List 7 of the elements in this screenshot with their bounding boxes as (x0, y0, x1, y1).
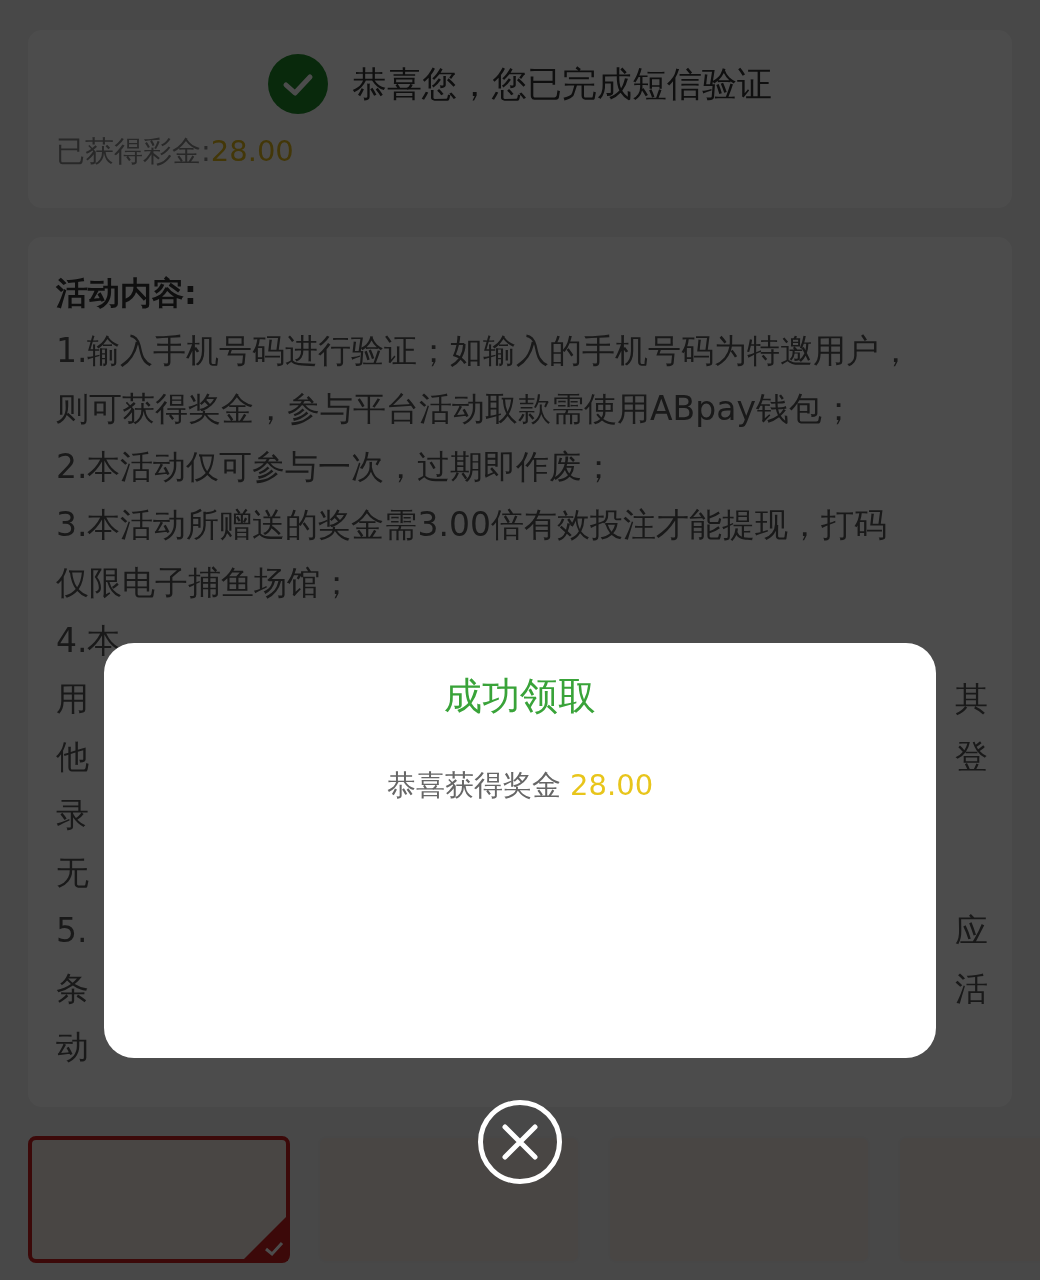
verification-title: 恭喜您，您已完成短信验证 (352, 62, 772, 106)
dialog-message: 恭喜获得奖金 28.00 (385, 767, 655, 804)
activity-heading: 活动内容: (56, 273, 198, 313)
close-icon (500, 1122, 540, 1162)
close-button[interactable] (478, 1100, 562, 1184)
bonus-amount: 28.00 (210, 134, 294, 168)
dialog-title: 成功领取 (443, 673, 597, 719)
